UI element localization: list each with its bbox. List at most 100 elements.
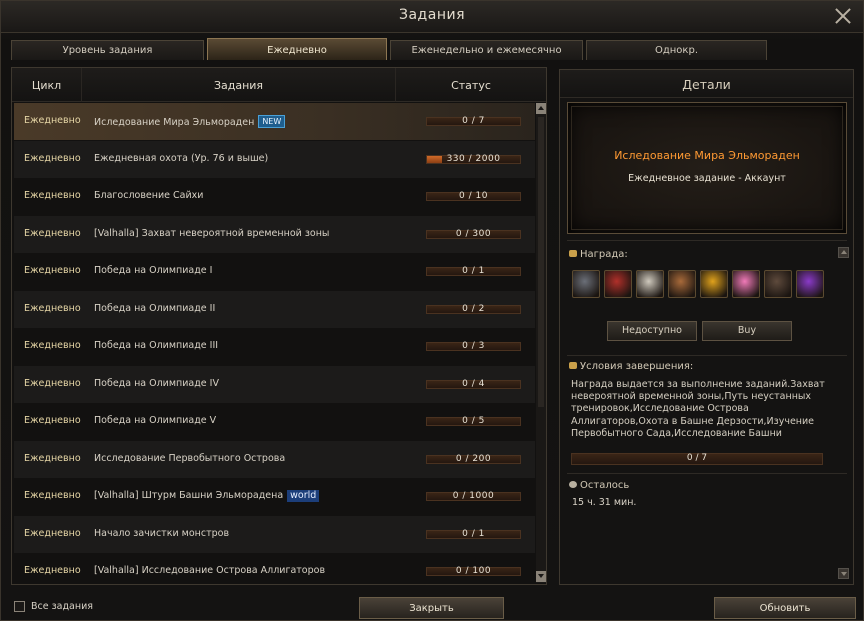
status-progress-bar: 0 / 5 — [426, 416, 521, 426]
quest-name-cell: Победа на Олимпиаде I — [94, 265, 212, 276]
table-row[interactable]: Ежедневно [Valhalla] Захват невероятной в… — [14, 215, 535, 253]
quest-rows: Ежедневно Иследование Мира Эльмораден NEW 0… — [14, 103, 535, 583]
quest-name-cell: Ежедневная охота (Ур. 76 и выше) — [94, 153, 268, 164]
world-badge: world — [287, 490, 320, 502]
quest-name-cell: Начало зачистки монстров — [94, 528, 229, 539]
quest-name: Исследование Первобытного Острова — [94, 452, 286, 464]
quest-name: Победа на Олимпиаде V — [94, 415, 217, 426]
scroll-thumb[interactable] — [538, 117, 544, 407]
cycle-cell: Ежедневно — [24, 302, 81, 314]
quest-title: Иследование Мира Эльмораден — [614, 149, 800, 162]
quest-name: Победа на Олимпиаде III — [94, 340, 219, 351]
tab-one-time[interactable]: Однокр. — [586, 40, 767, 60]
status-text: 0 / 4 — [462, 378, 485, 389]
bronze-coin-icon[interactable] — [668, 270, 696, 298]
table-row[interactable]: Ежедневно Победа на Олимпиаде I 0 / 1 — [14, 253, 535, 290]
refresh-button[interactable]: Обновить — [714, 597, 856, 619]
status-progress-bar: 0 / 1000 — [426, 491, 521, 501]
quest-name: Победа на Олимпиаде I — [94, 265, 213, 276]
details-scroll-down-icon[interactable] — [838, 568, 849, 579]
quest-window: Задания Уровень задания Ежедневно Еженед… — [0, 0, 864, 621]
table-row[interactable]: Ежедневно Победа на Олимпиаде II 0 / 2 — [14, 290, 535, 328]
red-gem-box-icon[interactable] — [604, 270, 632, 298]
quest-name-cell: Исследование Первобытного Острова — [94, 453, 285, 464]
conditions-progress-bar: 0 / 7 — [571, 453, 823, 465]
cycle-cell: Ежедневно — [24, 527, 81, 539]
table-row[interactable]: Ежедневно Победа на Олимпиаде III 0 / 3 — [14, 328, 535, 365]
status-text: 0 / 200 — [455, 453, 492, 464]
table-row[interactable]: Ежедневно Победа на Олимпиаде V 0 / 5 — [14, 403, 535, 440]
conditions-progress-text: 0 / 7 — [686, 453, 708, 463]
tab-quest-level[interactable]: Уровень задания — [11, 40, 204, 60]
scroll-down-icon[interactable] — [536, 571, 546, 582]
quest-name-cell: [Valhalla] Исследование Острова Аллигато… — [94, 565, 325, 576]
unavailable-button[interactable]: Недоступно — [607, 321, 697, 341]
status-progress-bar: 0 / 10 — [426, 191, 521, 201]
list-scrollbar[interactable] — [536, 103, 546, 583]
status-text: 0 / 300 — [455, 228, 492, 239]
close-icon[interactable] — [833, 6, 853, 26]
quest-name: Победа на Олимпиаде IV — [94, 377, 219, 389]
all-quests-label: Все задания — [31, 601, 93, 612]
table-row[interactable]: Ежедневно Благословение Сайхи 0 / 10 — [14, 178, 535, 215]
all-quests-checkbox[interactable] — [14, 601, 25, 612]
status-text: 330 / 2000 — [446, 153, 501, 164]
table-row[interactable]: Ежедневно Иследование Мира Эльмораден NEW 0… — [14, 103, 535, 140]
table-row[interactable]: Ежедневно Ежедневная охота (Ур. 76 и выше… — [14, 140, 535, 178]
quest-name: Победа на Олимпиаде II — [94, 302, 216, 314]
quest-subtitle: Ежедневное задание - Аккаунт — [628, 173, 786, 184]
table-row[interactable]: Ежедневно [Valhalla] Исследование Острова… — [14, 553, 535, 583]
cycle-cell: Ежедневно — [24, 452, 81, 464]
remaining-value: 15 ч. 31 мин. — [572, 497, 637, 508]
details-frame: Иследование Мира Эльмораден Ежедневное з… — [567, 102, 847, 234]
footer: Все задания Закрыть Обновить — [1, 591, 863, 621]
remaining-label: Осталось — [569, 480, 629, 491]
status-text: 0 / 3 — [462, 341, 485, 351]
tab-daily[interactable]: Ежедневно — [207, 38, 387, 60]
cycle-cell: Ежедневно — [24, 565, 81, 576]
reward-label: Награда: — [569, 249, 628, 260]
status-text: 0 / 2 — [462, 303, 485, 314]
pink-ticket-icon[interactable] — [732, 270, 760, 298]
gold-coin-l-icon[interactable] — [700, 270, 728, 298]
cycle-cell: Ежедневно — [24, 377, 81, 389]
close-button[interactable]: Закрыть — [359, 597, 504, 619]
quest-name: Начало зачистки монстров — [94, 527, 230, 539]
quest-name: Иследование Мира Эльмораден — [94, 117, 255, 128]
scroll-pack-icon[interactable] — [636, 270, 664, 298]
status-text: 0 / 100 — [455, 566, 492, 576]
divider — [567, 473, 847, 474]
quest-name: Ежедневная охота (Ур. 76 и выше) — [94, 152, 269, 164]
quest-name-cell: [Valhalla] Штурм Башни Эльморадена world — [94, 490, 320, 502]
details-title: Детали — [560, 70, 853, 98]
table-row[interactable]: Ежедневно Победа на Олимпиаде IV 0 / 4 — [14, 365, 535, 403]
table-row[interactable]: Ежедневно Исследование Первобытного Остро… — [14, 440, 535, 478]
table-header: Цикл Задания Статус — [12, 68, 546, 102]
status-text: 0 / 5 — [462, 416, 485, 426]
header-cycle: Цикл — [12, 68, 82, 102]
title-bar[interactable]: Задания — [1, 1, 863, 33]
reward-scroll-up-icon[interactable] — [838, 247, 849, 258]
status-progress-bar: 0 / 100 — [426, 566, 521, 576]
status-progress-bar: 0 / 1 — [426, 529, 521, 539]
quest-name-cell: Победа на Олимпиаде III — [94, 340, 218, 351]
conditions-icon — [569, 362, 577, 369]
quest-name-cell: Победа на Олимпиаде V — [94, 415, 216, 426]
status-progress-bar: 330 / 2000 — [426, 153, 521, 164]
table-row[interactable]: Ежедневно [Valhalla] Штурм Башни Эльморад… — [14, 478, 535, 515]
dark-chest-icon[interactable] — [764, 270, 792, 298]
window-title: Задания — [399, 7, 465, 23]
buy-button[interactable]: Buy — [702, 321, 792, 341]
table-row[interactable]: Ежедневно Начало зачистки монстров 0 / 1 — [14, 515, 535, 553]
status-text: 0 / 10 — [459, 191, 488, 201]
armor-figure-icon[interactable] — [572, 270, 600, 298]
scroll-up-icon[interactable] — [536, 103, 546, 114]
cycle-cell: Ежедневно — [24, 490, 81, 501]
new-badge: NEW — [258, 115, 286, 128]
cycle-cell: Ежедневно — [24, 415, 81, 426]
tab-weekly-monthly[interactable]: Еженедельно и ежемесячно — [390, 40, 583, 60]
reward-bag-icon — [569, 250, 577, 257]
purple-cauldron-icon[interactable] — [796, 270, 824, 298]
status-text: 0 / 1000 — [452, 491, 495, 501]
quest-name-cell: Победа на Олимпиаде IV — [94, 378, 219, 389]
